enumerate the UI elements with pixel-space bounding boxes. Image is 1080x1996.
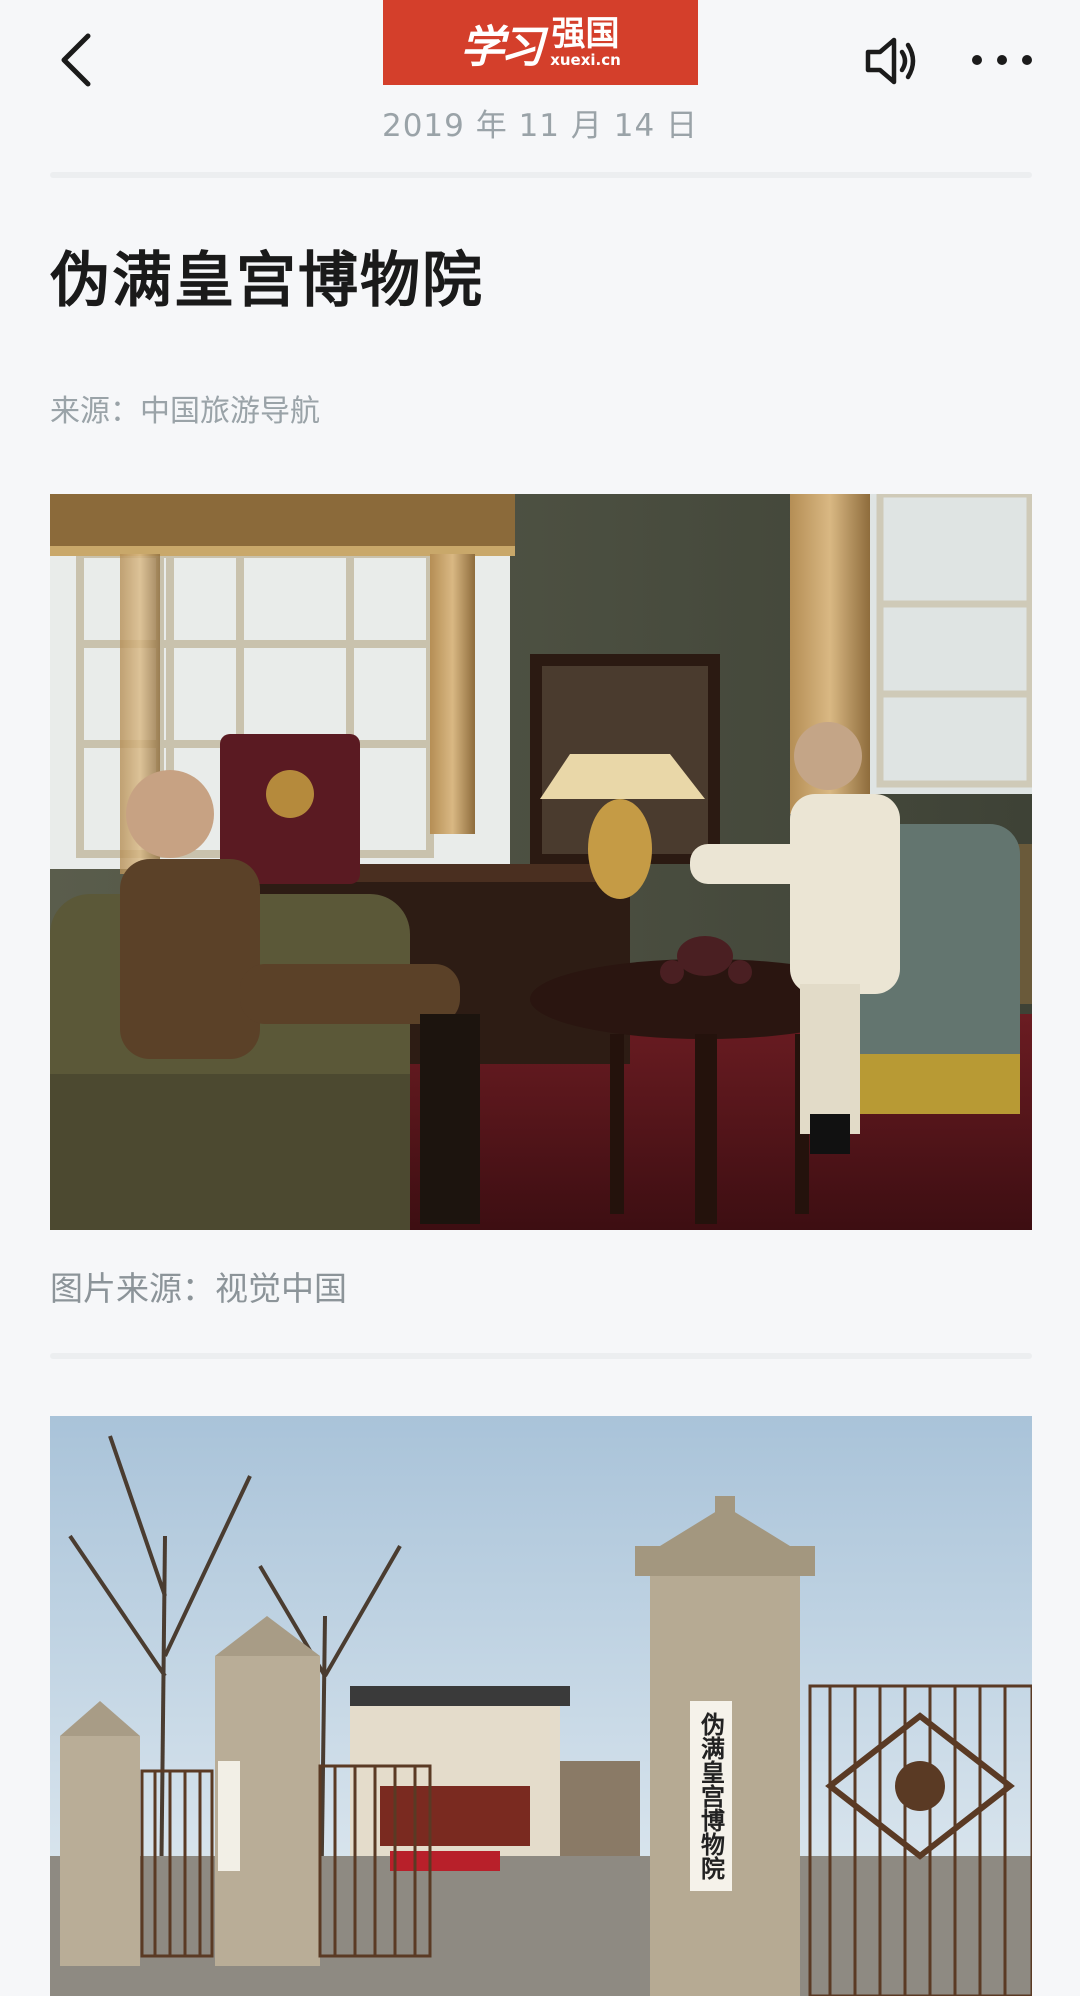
more-dot-icon <box>972 55 982 65</box>
more-dot-icon <box>997 55 1007 65</box>
app-logo: 学习 强国 xuexi.cn <box>383 0 698 85</box>
interior-photo <box>50 494 1032 1230</box>
more-button[interactable] <box>972 48 1032 72</box>
audio-button[interactable] <box>862 30 924 92</box>
logo-name: 强国 <box>551 14 620 54</box>
chevron-left-icon <box>61 33 91 87</box>
article-title: 伪满皇宫博物院 <box>50 246 484 316</box>
logo-script: 学习 <box>460 21 544 73</box>
speaker-icon <box>865 37 916 85</box>
back-button[interactable] <box>52 30 102 90</box>
logo-url: xuexi.cn <box>550 51 621 69</box>
image-caption: 图片来源：视觉中国 <box>50 1269 347 1308</box>
publish-date: 2019 年 11 月 14 日 <box>381 108 699 144</box>
article-page: 学习 强国 xuexi.cn 2019 年 11 月 14 日 伪满皇宫博物院 … <box>0 0 1080 1996</box>
article-source: 来源：中国旅游导航 <box>50 394 320 429</box>
article-image-interior[interactable] <box>50 494 1032 1230</box>
gate-photo <box>50 1416 1032 1996</box>
divider <box>50 1353 1032 1359</box>
article-image-gate[interactable]: 伪满皇宫博物院 <box>50 1416 1032 1996</box>
gate-sign-label: 伪满皇宫博物院 <box>696 1712 726 1880</box>
more-dot-icon <box>1022 55 1032 65</box>
divider <box>50 172 1032 178</box>
